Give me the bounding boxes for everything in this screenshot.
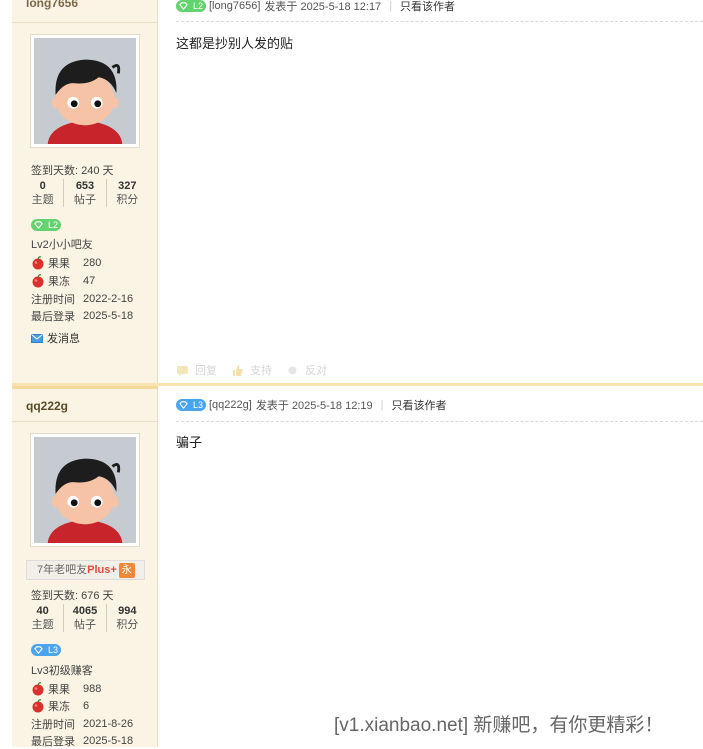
stat-posts[interactable]: 4065 帖子 <box>63 604 105 632</box>
post-time: 发表于 2025-5-18 12:19 <box>255 400 373 412</box>
divider: | <box>389 0 393 12</box>
meta-username[interactable]: [long7656] <box>209 0 260 12</box>
support-button[interactable]: 支持 <box>231 362 272 378</box>
thumb-up-icon <box>233 364 243 376</box>
divider <box>12 22 158 23</box>
avatar[interactable] <box>30 433 140 547</box>
only-author-link[interactable]: 只看该作者 <box>400 0 455 14</box>
stat-posts[interactable]: 653 帖子 <box>63 179 105 207</box>
fruit-points: 果果 988 <box>31 681 101 697</box>
gem-icon <box>179 401 188 409</box>
avatar[interactable] <box>30 34 140 148</box>
watermark: [v1.xianbao.net] 新赚吧，有你更精彩！ <box>334 715 664 736</box>
stat-topics[interactable]: 40 主题 <box>22 604 63 632</box>
post-content: 这都是抄别人发的贴 <box>176 36 294 51</box>
divider: | <box>380 399 384 411</box>
avatar-cartoon-icon <box>34 38 136 144</box>
oppose-button[interactable]: 反对 <box>286 362 327 378</box>
divider <box>176 421 703 422</box>
level-title: Lv2小小吧友 <box>31 239 93 251</box>
gem-icon <box>34 646 43 654</box>
apple-icon <box>32 256 44 270</box>
reply-icon <box>177 365 188 376</box>
meta-username[interactable]: [qq222g] <box>209 399 252 411</box>
level-badge-small: L3 <box>176 399 206 411</box>
level-badge: L2 <box>31 219 61 231</box>
post-2: qq222g 7年老吧友Plus+ 永 签到天数: 676 天 40 主题 40… <box>0 386 703 748</box>
post-meta: L3 [qq222g] 发表于 2025-5-18 12:19 | 只看该作者 <box>176 396 446 414</box>
stat-topics[interactable]: 0 主题 <box>22 179 63 207</box>
gem-icon <box>179 2 188 10</box>
register-time: 注册时间 2021-8-26 <box>31 718 134 731</box>
jelly-points: 果冻 47 <box>31 273 95 289</box>
avatar-cartoon-icon <box>34 437 136 543</box>
send-message-link[interactable]: 发消息 <box>31 330 80 346</box>
user-sidebar: long7656 签到天数: 240 天 0 主题 653 帖子 327 积分 … <box>12 0 158 386</box>
fruit-points: 果果 280 <box>31 255 101 271</box>
post-time: 发表于 2025-5-18 12:17 <box>264 1 382 13</box>
post-content: 骗子 <box>176 435 203 450</box>
stat-points[interactable]: 327 积分 <box>105 179 148 207</box>
post-actions: 回复 支持 反对 <box>176 362 327 378</box>
divider <box>12 421 158 422</box>
sign-days: 签到天数: 676 天 <box>31 590 114 602</box>
apple-icon <box>32 274 44 288</box>
apple-icon <box>32 699 44 713</box>
post-meta: L2 [long7656] 发表于 2025-5-18 12:17 | 只看该作… <box>176 0 455 15</box>
level-badge-small: L2 <box>176 0 206 12</box>
stat-points[interactable]: 994 积分 <box>105 604 148 632</box>
jelly-points: 果冻 6 <box>31 698 89 714</box>
register-time: 注册时间 2022-2-16 <box>31 293 134 306</box>
level-title: Lv3初级赚客 <box>31 665 93 677</box>
gem-icon <box>34 221 43 229</box>
plus-member-badge[interactable]: 7年老吧友Plus+ 永 <box>26 560 145 580</box>
mail-icon <box>31 333 43 343</box>
reply-button[interactable]: 回复 <box>176 362 217 378</box>
divider <box>176 21 703 22</box>
thumb-down-icon <box>288 366 297 374</box>
apple-icon <box>32 682 44 696</box>
user-stats: 40 主题 4065 帖子 994 积分 <box>22 604 148 632</box>
post-1: long7656 签到天数: 240 天 0 主题 653 帖子 327 积分 … <box>0 0 703 386</box>
last-login: 最后登录 2025-5-18 <box>31 310 134 323</box>
username-link[interactable]: long7656 <box>26 0 78 10</box>
user-stats: 0 主题 653 帖子 327 积分 <box>22 179 148 207</box>
only-author-link[interactable]: 只看该作者 <box>391 397 446 413</box>
level-badge: L3 <box>31 644 61 656</box>
username-link[interactable]: qq222g <box>26 399 68 413</box>
sign-days: 签到天数: 240 天 <box>31 165 114 177</box>
